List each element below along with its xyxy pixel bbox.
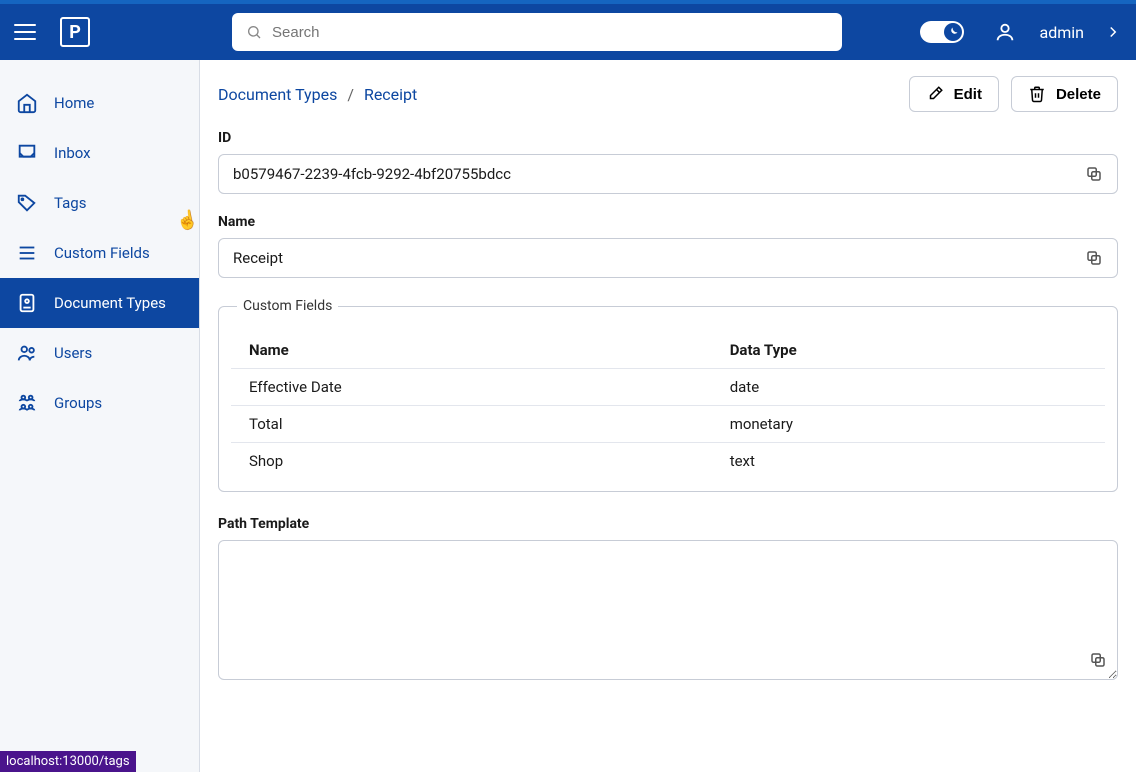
main-content: Document Types / Receipt Edit Delete ID … <box>200 60 1136 772</box>
edit-button-label: Edit <box>954 86 982 103</box>
field-value-name: Receipt <box>218 238 1118 278</box>
breadcrumb-separator: / <box>347 85 354 104</box>
sidebar-item-users[interactable]: Users <box>0 328 199 378</box>
user-avatar-icon[interactable] <box>994 21 1016 43</box>
inbox-icon <box>16 142 38 164</box>
table-row[interactable]: Shop text <box>231 443 1105 480</box>
list-icon <box>16 242 38 264</box>
sidebar-item-groups[interactable]: Groups <box>0 378 199 428</box>
copy-path-template-button[interactable] <box>1089 651 1107 669</box>
column-header-datatype: Data Type <box>712 332 1105 369</box>
edit-button[interactable]: Edit <box>909 76 999 112</box>
field-value-path-template <box>218 540 1118 680</box>
delete-button[interactable]: Delete <box>1011 76 1118 112</box>
field-value-id: b0579467-2239-4fcb-9292-4bf20755bdcc <box>218 154 1118 194</box>
search-container <box>232 13 842 51</box>
menu-toggle-button[interactable] <box>14 18 42 46</box>
field-label-name: Name <box>218 214 1118 230</box>
sidebar-item-label: Tags <box>54 194 86 212</box>
sidebar-item-label: Users <box>54 344 92 362</box>
topbar: P admin <box>0 0 1136 60</box>
theme-toggle[interactable] <box>920 21 964 43</box>
breadcrumb-parent-link[interactable]: Document Types <box>218 85 337 104</box>
users-icon <box>16 342 38 364</box>
breadcrumb: Document Types / Receipt <box>218 85 417 104</box>
app-logo[interactable]: P <box>60 17 90 47</box>
cell-datatype: date <box>712 369 1105 406</box>
trash-icon <box>1028 85 1046 103</box>
delete-button-label: Delete <box>1056 86 1101 103</box>
sidebar-item-label: Document Types <box>54 294 166 312</box>
table-row[interactable]: Effective Date date <box>231 369 1105 406</box>
sidebar-item-document-types[interactable]: Document Types <box>0 278 199 328</box>
sidebar-item-home[interactable]: Home <box>0 78 199 128</box>
copy-name-button[interactable] <box>1085 249 1103 267</box>
field-label-path-template: Path Template <box>218 516 1118 532</box>
column-header-name: Name <box>231 332 712 369</box>
copy-icon <box>1089 651 1107 669</box>
sidebar-item-label: Groups <box>54 394 102 412</box>
home-icon <box>16 92 38 114</box>
table-row[interactable]: Total monetary <box>231 406 1105 443</box>
copy-id-button[interactable] <box>1085 165 1103 183</box>
custom-fields-table: Name Data Type Effective Date date Total… <box>231 332 1105 479</box>
cell-name: Shop <box>231 443 712 480</box>
search-icon <box>246 24 262 40</box>
status-bar: localhost:13000/tags <box>0 751 136 772</box>
copy-icon <box>1085 165 1103 183</box>
chevron-right-icon[interactable] <box>1104 23 1122 41</box>
cell-name: Effective Date <box>231 369 712 406</box>
tag-icon <box>16 192 38 214</box>
username-label[interactable]: admin <box>1040 23 1084 42</box>
sidebar-item-tags[interactable]: Tags <box>0 178 199 228</box>
sidebar-item-label: Home <box>54 94 94 112</box>
cell-name: Total <box>231 406 712 443</box>
moon-icon <box>944 23 962 41</box>
cell-datatype: monetary <box>712 406 1105 443</box>
cell-datatype: text <box>712 443 1105 480</box>
sidebar-item-custom-fields[interactable]: Custom Fields <box>0 228 199 278</box>
custom-fields-legend: Custom Fields <box>237 298 338 314</box>
document-icon <box>16 292 38 314</box>
sidebar: Home Inbox Tags Custom Fields Document T… <box>0 60 200 772</box>
search-input[interactable] <box>272 24 828 41</box>
custom-fields-group: Custom Fields Name Data Type Effective D… <box>218 298 1118 492</box>
name-text: Receipt <box>233 249 283 267</box>
copy-icon <box>1085 249 1103 267</box>
sidebar-item-inbox[interactable]: Inbox <box>0 128 199 178</box>
groups-icon <box>16 392 38 414</box>
id-text: b0579467-2239-4fcb-9292-4bf20755bdcc <box>233 165 511 183</box>
field-label-id: ID <box>218 130 1118 146</box>
breadcrumb-current-link[interactable]: Receipt <box>364 85 417 104</box>
sidebar-item-label: Custom Fields <box>54 244 150 262</box>
pencil-icon <box>926 85 944 103</box>
sidebar-item-label: Inbox <box>54 144 91 162</box>
